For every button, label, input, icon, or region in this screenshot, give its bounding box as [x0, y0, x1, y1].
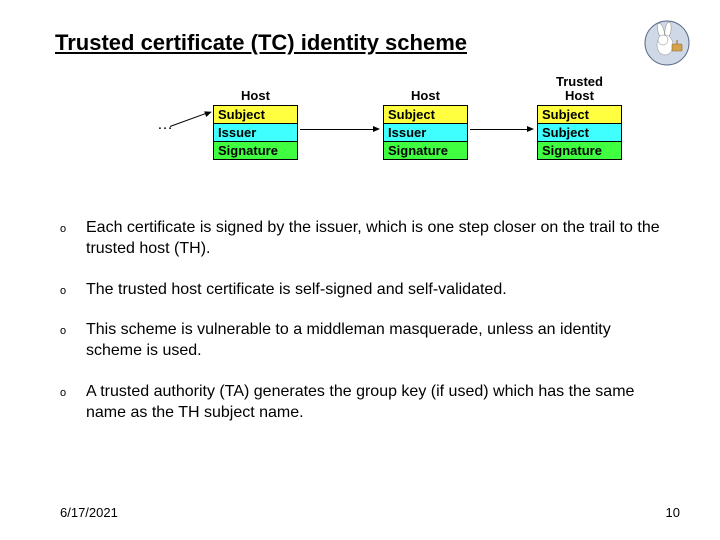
- cert-row-signature: Signature: [538, 142, 621, 159]
- bullet-text: A trusted authority (TA) generates the g…: [86, 382, 670, 424]
- arrow-head: [204, 109, 213, 117]
- cert-row-issuer: Issuer: [214, 124, 297, 142]
- certificate-box: Subject Issuer Signature: [213, 105, 298, 160]
- arrow-line: [470, 129, 530, 130]
- bullet-text: This scheme is vulnerable to a middleman…: [86, 320, 670, 362]
- bullet-text: The trusted host certificate is self-sig…: [86, 280, 507, 301]
- cert-row-subject: Subject: [214, 106, 297, 124]
- bullet-marker: o: [60, 320, 86, 338]
- cert-row-signature: Signature: [214, 142, 297, 159]
- cert-caption-trusted: Trusted: [537, 74, 622, 89]
- rabbit-logo: [644, 20, 690, 66]
- cert-row-issuer: Issuer: [384, 124, 467, 142]
- footer-page-number: 10: [666, 505, 680, 520]
- page-title: Trusted certificate (TC) identity scheme: [55, 30, 467, 56]
- cert-caption-host: Host: [383, 88, 468, 103]
- bullet-text: Each certificate is signed by the issuer…: [86, 218, 670, 260]
- list-item: o A trusted authority (TA) generates the…: [60, 382, 670, 424]
- list-item: o The trusted host certificate is self-s…: [60, 280, 670, 301]
- arrow-line: [170, 112, 208, 127]
- certificate-box-trusted: Subject Subject Signature: [537, 105, 622, 160]
- list-item: o This scheme is vulnerable to a middlem…: [60, 320, 670, 362]
- arrow-head: [527, 126, 534, 132]
- list-item: o Each certificate is signed by the issu…: [60, 218, 670, 260]
- cert-row-subject: Subject: [384, 106, 467, 124]
- bullet-marker: o: [60, 218, 86, 236]
- arrow-line: [300, 129, 376, 130]
- footer-date: 6/17/2021: [60, 505, 118, 520]
- cert-caption-host: Host: [213, 88, 298, 103]
- cert-caption-host: Host: [537, 88, 622, 103]
- arrow-head: [373, 126, 380, 132]
- bullet-marker: o: [60, 382, 86, 400]
- bullet-marker: o: [60, 280, 86, 298]
- cert-row-signature: Signature: [384, 142, 467, 159]
- certificate-chain-diagram: … Host Subject Issuer Signature Host Sub…: [0, 74, 720, 174]
- bullet-list: o Each certificate is signed by the issu…: [60, 218, 670, 444]
- cert-row-issuer: Subject: [538, 124, 621, 142]
- certificate-box: Subject Issuer Signature: [383, 105, 468, 160]
- cert-row-subject: Subject: [538, 106, 621, 124]
